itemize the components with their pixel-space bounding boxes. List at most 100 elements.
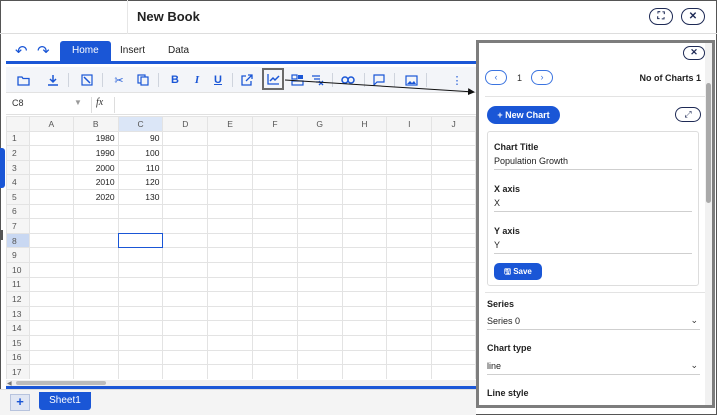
y-axis-input[interactable]: Y	[494, 240, 692, 254]
tab-data[interactable]: Data	[156, 41, 201, 63]
cell-e3[interactable]	[207, 159, 254, 176]
cell-e5[interactable]	[207, 188, 254, 205]
chevron-down-icon[interactable]: ▼	[74, 98, 82, 107]
row-header[interactable]: 14	[6, 320, 30, 336]
cell-c14[interactable]	[117, 320, 164, 336]
cell-c12[interactable]	[117, 291, 164, 307]
prev-chart-button[interactable]: ‹	[485, 70, 507, 85]
column-header-b[interactable]: B	[72, 116, 119, 132]
cell-j12[interactable]	[431, 291, 476, 307]
cell-f14[interactable]	[252, 320, 298, 336]
new-chart-button[interactable]: + New Chart	[487, 106, 560, 124]
cell-g4[interactable]	[296, 174, 343, 190]
row-header[interactable]: 7	[6, 218, 30, 234]
cell-d16[interactable]	[162, 349, 209, 366]
cell-b6[interactable]	[72, 203, 119, 220]
cell-h17[interactable]	[341, 364, 388, 379]
row-header[interactable]: 1	[6, 130, 30, 147]
cell-h11[interactable]	[341, 276, 388, 293]
column-header-e[interactable]: E	[207, 116, 254, 132]
cell-h12[interactable]	[341, 291, 388, 307]
undo-icon[interactable]: ↶	[15, 42, 28, 60]
bold-button[interactable]: B	[166, 71, 184, 89]
cell-b10[interactable]	[72, 261, 119, 278]
cell-b9[interactable]	[72, 247, 119, 263]
cell-f2[interactable]	[252, 145, 298, 161]
cell-f5[interactable]	[252, 188, 298, 205]
cell-b17[interactable]	[72, 364, 119, 379]
column-header-i[interactable]: I	[386, 116, 433, 132]
cell-g2[interactable]	[296, 145, 343, 161]
cell-j11[interactable]	[431, 276, 476, 293]
cell-f11[interactable]	[252, 276, 298, 293]
cell-d5[interactable]	[162, 188, 209, 205]
insert-chart-icon[interactable]	[262, 68, 284, 90]
spreadsheet-grid[interactable]: ABCDEFGHIJ 1 1980 90 2 1990 100 3 2000 110 4 2010 1…	[6, 116, 476, 379]
cell-h8[interactable]	[341, 232, 388, 249]
column-header-f[interactable]: F	[252, 116, 298, 132]
cell-d6[interactable]	[162, 203, 209, 220]
expand-button[interactable]: ⤢	[675, 107, 701, 122]
cell-d14[interactable]	[162, 320, 209, 336]
name-box[interactable]: C8	[12, 98, 24, 108]
scrollbar-thumb[interactable]	[16, 381, 106, 385]
cell-d15[interactable]	[162, 334, 209, 351]
cell-e9[interactable]	[207, 247, 254, 263]
cell-g17[interactable]	[296, 364, 343, 379]
cell-i5[interactable]	[386, 188, 433, 205]
cell-c17[interactable]	[117, 364, 164, 379]
panel-close-button[interactable]: ✕	[683, 46, 705, 60]
cell-i17[interactable]	[386, 364, 433, 379]
row-header[interactable]: 8	[6, 232, 30, 249]
cell-e2[interactable]	[207, 145, 254, 161]
cell-g13[interactable]	[296, 305, 343, 322]
cell-j5[interactable]	[431, 188, 476, 205]
row-header[interactable]: 11	[6, 276, 30, 293]
row-header[interactable]: 9	[6, 247, 30, 263]
row-header[interactable]: 12	[6, 291, 30, 307]
cell-c5[interactable]: 130	[117, 188, 164, 205]
cell-g5[interactable]	[296, 188, 343, 205]
cell-e1[interactable]	[207, 130, 254, 147]
cell-e15[interactable]	[207, 334, 254, 351]
cell-c6[interactable]	[117, 203, 164, 220]
cell-j10[interactable]	[431, 261, 476, 278]
download-icon[interactable]	[44, 71, 62, 89]
cell-i12[interactable]	[386, 291, 433, 307]
cell-d2[interactable]	[162, 145, 209, 161]
cell-e13[interactable]	[207, 305, 254, 322]
cell-h7[interactable]	[341, 218, 388, 234]
cell-j3[interactable]	[431, 159, 476, 176]
cell-a17[interactable]	[28, 364, 74, 379]
cell-j8[interactable]	[431, 232, 476, 249]
cell-h13[interactable]	[341, 305, 388, 322]
cell-i1[interactable]	[386, 130, 433, 147]
clear-filter-icon[interactable]	[308, 71, 326, 89]
cell-g6[interactable]	[296, 203, 343, 220]
side-panel-handle[interactable]	[0, 148, 5, 188]
merge-cells-icon[interactable]	[288, 71, 306, 89]
cell-f10[interactable]	[252, 261, 298, 278]
cell-d10[interactable]	[162, 261, 209, 278]
cell-c8[interactable]	[117, 232, 164, 249]
image-icon[interactable]	[402, 71, 420, 89]
cell-c15[interactable]	[117, 334, 164, 351]
close-button[interactable]: ✕	[681, 8, 705, 25]
cell-i7[interactable]	[386, 218, 433, 234]
cell-i9[interactable]	[386, 247, 433, 263]
cell-b12[interactable]	[72, 291, 119, 307]
underline-button[interactable]: U	[209, 71, 227, 89]
cell-d8[interactable]	[162, 232, 209, 249]
cell-h3[interactable]	[341, 159, 388, 176]
cell-c2[interactable]: 100	[117, 145, 164, 161]
cell-e6[interactable]	[207, 203, 254, 220]
cell-j6[interactable]	[431, 203, 476, 220]
cell-e4[interactable]	[207, 174, 254, 190]
cell-j7[interactable]	[431, 218, 476, 234]
cell-h16[interactable]	[341, 349, 388, 366]
cell-g11[interactable]	[296, 276, 343, 293]
cell-a5[interactable]	[28, 188, 74, 205]
cell-a10[interactable]	[28, 261, 74, 278]
cell-a3[interactable]	[28, 159, 74, 176]
row-header[interactable]: 3	[6, 159, 30, 176]
